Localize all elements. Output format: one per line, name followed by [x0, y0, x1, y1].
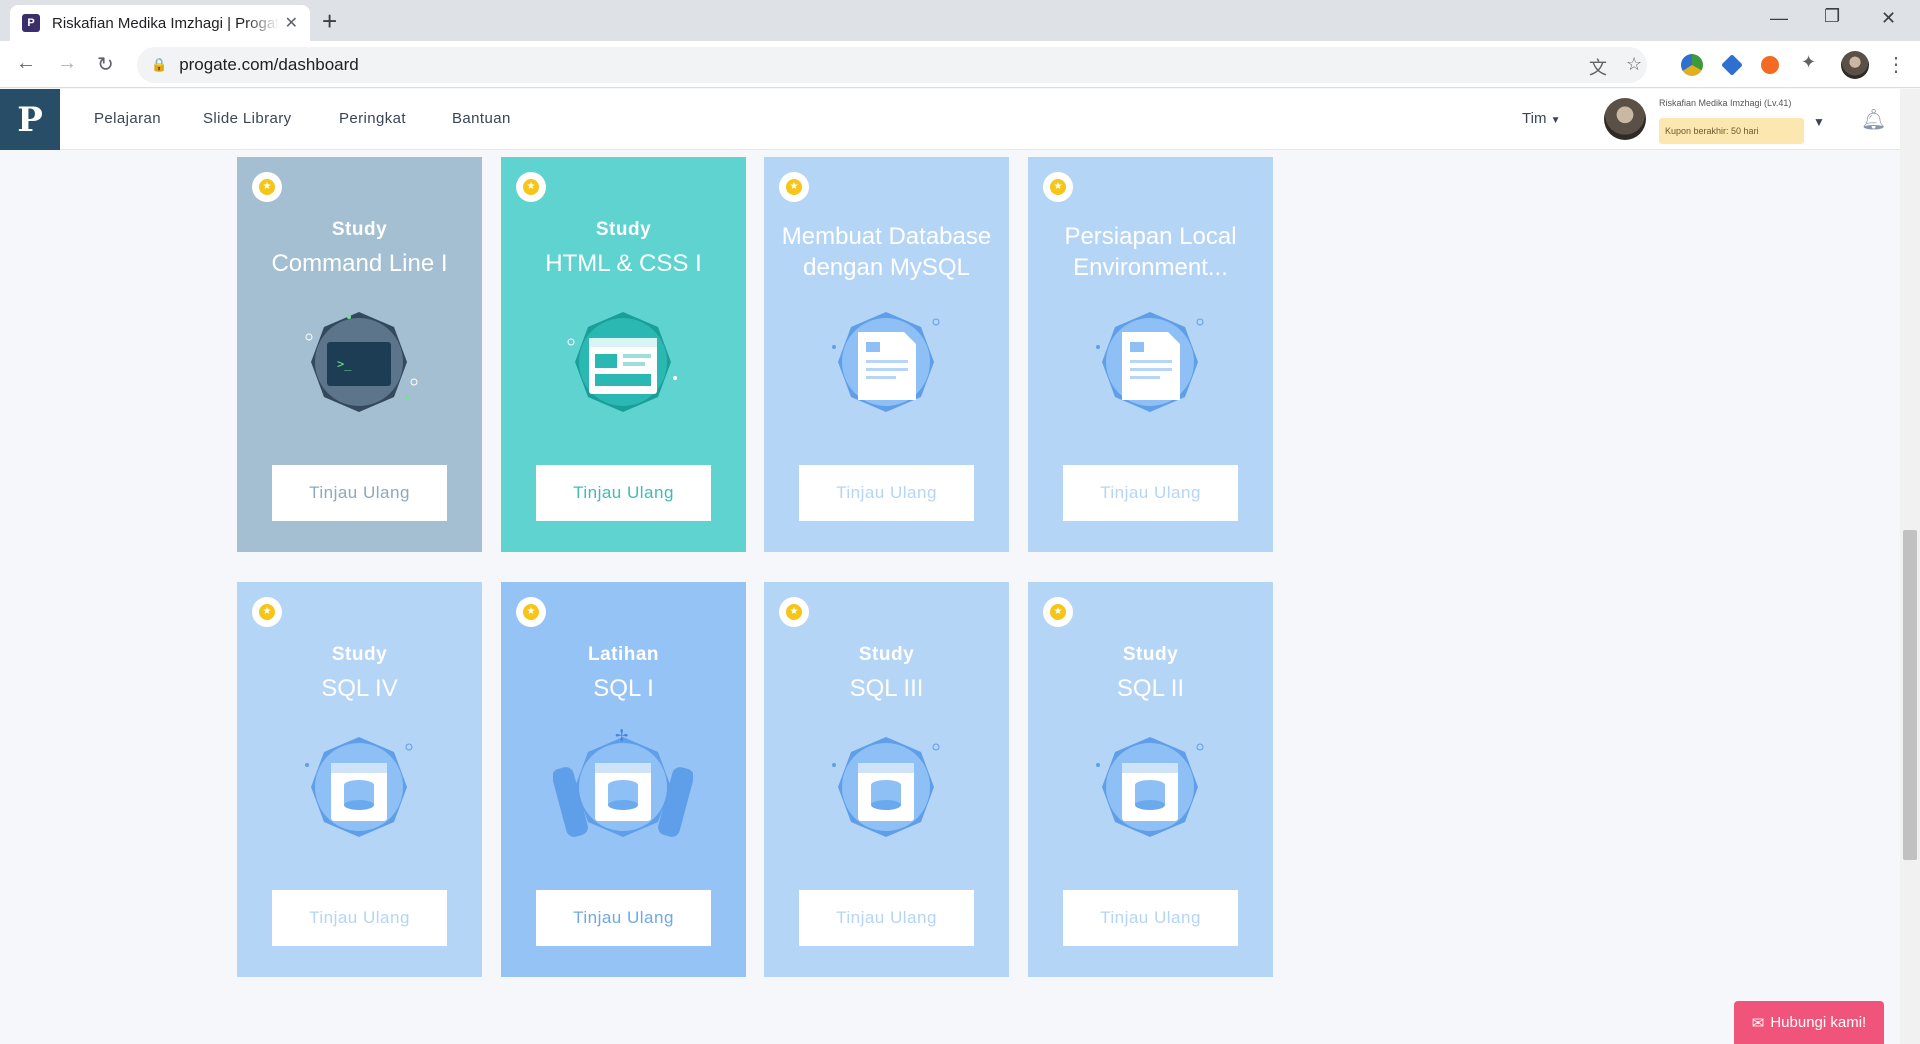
medal-icon: ★: [252, 597, 282, 627]
card-title: Membuat Database dengan MySQL: [781, 223, 992, 281]
avatar[interactable]: [1604, 98, 1646, 140]
document-badge-icon: [832, 312, 940, 412]
medal-icon: ★: [1043, 597, 1073, 627]
reload-icon[interactable]: ↻: [97, 52, 114, 77]
svg-text:>_: >_: [337, 357, 352, 371]
medal-icon: ★: [1043, 172, 1073, 202]
medal-icon: ★: [779, 172, 809, 202]
team-dropdown[interactable]: Tim ▼: [1522, 110, 1561, 127]
card-type: Study: [595, 219, 652, 240]
url-text: progate.com/dashboard: [179, 55, 359, 74]
card-title: HTML & CSS I: [545, 250, 702, 277]
course-card[interactable]: ★ Membuat Database dengan MySQL Tinjau U…: [764, 157, 1009, 552]
review-button[interactable]: Tinjau Ulang: [799, 890, 974, 946]
lock-icon: 🔒: [151, 57, 168, 72]
svg-text:✢: ✢: [615, 728, 628, 745]
progate-logo[interactable]: P: [0, 89, 60, 150]
card-type: Study: [331, 644, 388, 665]
mail-icon: ✉: [1751, 1014, 1765, 1032]
browser-tab[interactable]: P Riskafian Medika Imzhagi | Progate ✕: [10, 5, 310, 41]
review-button[interactable]: Tinjau Ulang: [799, 465, 974, 521]
nav-peringkat[interactable]: Peringkat: [339, 110, 406, 127]
extension-globe-icon[interactable]: [1681, 54, 1703, 76]
browser-toolbar: ← → ↻ 🔒 progate.com/dashboard 文 ☆ ✦ ⋮: [0, 41, 1920, 88]
review-button[interactable]: Tinjau Ulang: [272, 465, 447, 521]
nav-slide-library[interactable]: Slide Library: [203, 110, 292, 127]
terminal-badge-icon: >_: [305, 312, 418, 412]
forward-icon[interactable]: →: [57, 52, 77, 75]
card-title: SQL IV: [321, 675, 398, 702]
medal-icon: ★: [516, 597, 546, 627]
card-type: Study: [331, 219, 388, 240]
medal-icon: ★: [252, 172, 282, 202]
card-type: Study: [1122, 644, 1179, 665]
card-title: SQL II: [1116, 675, 1185, 702]
medal-icon: ★: [779, 597, 809, 627]
database-scroll-badge-icon: ✢: [553, 728, 693, 837]
team-label: Tim: [1522, 110, 1547, 127]
chevron-down-icon: ▼: [1550, 115, 1561, 126]
address-bar[interactable]: 🔒 progate.com/dashboard 文 ☆: [137, 47, 1647, 83]
progate-favicon-icon: P: [22, 14, 40, 32]
medal-icon: ★: [516, 172, 546, 202]
card-title: Command Line I: [271, 250, 448, 277]
notification-bell-icon[interactable]: 🔔︎: [1861, 107, 1886, 132]
course-card[interactable]: ★ Study HTML & CSS I Tinjau Ulang: [501, 157, 746, 552]
course-card[interactable]: ★ Study SQL IV Tinjau Ulang: [237, 582, 482, 977]
review-button[interactable]: Tinjau Ulang: [1063, 465, 1238, 521]
review-button[interactable]: Tinjau Ulang: [272, 890, 447, 946]
tab-title: Riskafian Medika Imzhagi | Progate: [52, 14, 279, 32]
review-button[interactable]: Tinjau Ulang: [536, 890, 711, 946]
database-badge-icon: [832, 737, 940, 837]
extension-plus-icon[interactable]: [1761, 56, 1779, 74]
database-badge-icon: [305, 737, 413, 837]
browser-tab-bar: P Riskafian Medika Imzhagi | Progate ✕ +…: [0, 0, 1920, 41]
course-card[interactable]: ★ Study SQL III Tinjau Ulang: [764, 582, 1009, 977]
scrollbar-thumb[interactable]: [1903, 530, 1917, 860]
webpage-badge-icon: [567, 312, 677, 412]
tab-close-icon[interactable]: ✕: [285, 13, 298, 33]
nav-pelajaran[interactable]: Pelajaran: [94, 110, 161, 127]
database-badge-icon: [1096, 737, 1204, 837]
new-tab-icon[interactable]: +: [322, 8, 337, 34]
card-type: Study: [858, 644, 915, 665]
review-button[interactable]: Tinjau Ulang: [536, 465, 711, 521]
maximize-icon[interactable]: ❐: [1824, 6, 1840, 27]
contact-us-label: Hubungi kami!: [1770, 1014, 1867, 1031]
card-type: Latihan: [587, 644, 660, 665]
back-icon[interactable]: ←: [16, 52, 36, 75]
coupon-badge: Kupon berakhir: 50 hari: [1659, 118, 1804, 144]
translate-icon[interactable]: 文: [1589, 54, 1607, 80]
nav-bantuan[interactable]: Bantuan: [452, 110, 511, 127]
bookmark-star-icon[interactable]: ☆: [1626, 54, 1642, 75]
contact-us-button[interactable]: ✉ Hubungi kami!: [1734, 1001, 1884, 1044]
extensions-puzzle-icon[interactable]: ✦: [1801, 52, 1823, 74]
minimize-icon[interactable]: —: [1770, 8, 1788, 29]
site-header: P Pelajaran Slide Library Peringkat Bant…: [0, 89, 1900, 150]
browser-menu-icon[interactable]: ⋮: [1886, 52, 1906, 77]
extension-cap-icon[interactable]: [1721, 54, 1743, 76]
document-badge-icon: [1096, 312, 1204, 412]
course-card[interactable]: ★ Latihan SQL I ✢ Tinjau Ulang: [501, 582, 746, 977]
user-name: Riskafian Medika Imzhagi (Lv.41): [1659, 98, 1792, 108]
course-card[interactable]: ★ Persiapan Local Environment... Tinjau …: [1028, 157, 1273, 552]
card-title: SQL III: [849, 675, 924, 702]
course-card[interactable]: ★ Study SQL II Tinjau Ulang: [1028, 582, 1273, 977]
card-title: Persiapan Local Environment...: [1064, 223, 1237, 281]
profile-avatar-icon[interactable]: [1841, 51, 1869, 79]
user-menu-chevron-icon[interactable]: ▼: [1813, 115, 1825, 129]
course-card[interactable]: ★ Study Command Line I >_ Tinjau Ulang: [237, 157, 482, 552]
window-close-icon[interactable]: ✕: [1881, 8, 1896, 29]
review-button[interactable]: Tinjau Ulang: [1063, 890, 1238, 946]
card-title: SQL I: [593, 675, 654, 702]
